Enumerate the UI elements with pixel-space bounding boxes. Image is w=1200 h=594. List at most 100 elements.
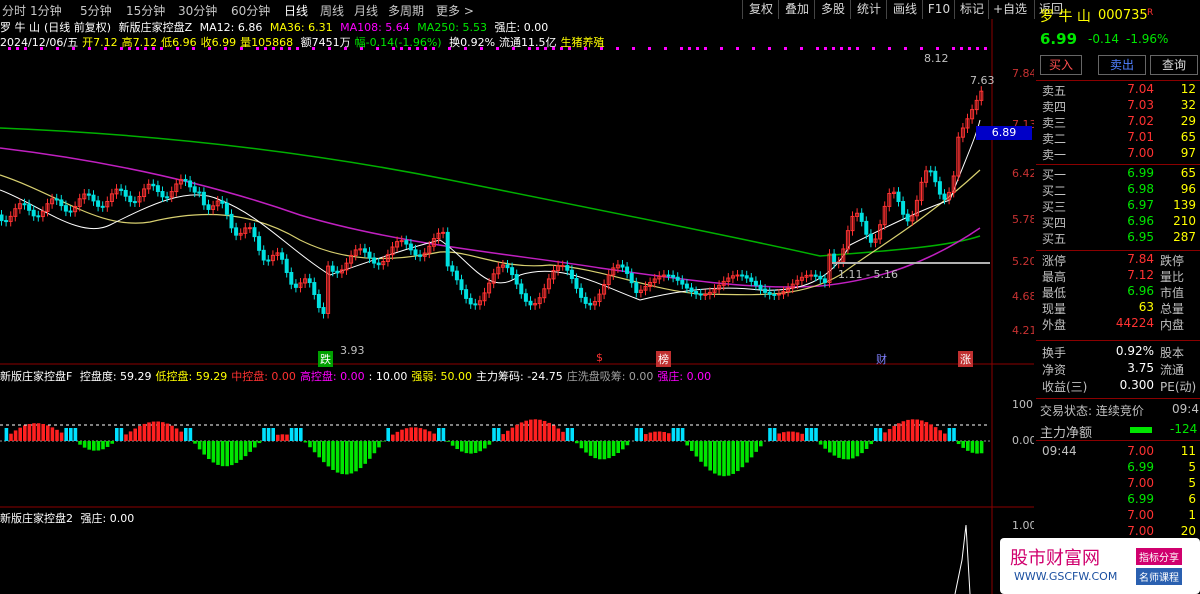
candle-body [151,183,156,187]
candle-body [901,201,906,215]
candle-body [234,227,239,236]
tick-row: 7.00 5 [1040,476,1196,492]
candle-body [4,220,9,223]
candle-body [666,274,671,277]
panel2-bar [312,441,317,453]
signal-dot [720,47,723,50]
buy-button[interactable]: 买入 [1040,55,1082,75]
panel2-bar [901,421,906,441]
panel2-bar [795,432,800,441]
candle-body [528,300,533,306]
ma250-line [0,127,981,257]
panel2-item: 强弱: 50.00 [411,370,473,383]
query-button[interactable]: 查询 [1150,55,1198,75]
signal-dot [752,47,755,50]
signal-dot [984,47,987,50]
stat-label2: 总量 [1160,302,1185,316]
price-tick: 5.20 [1012,255,1037,268]
row-price: 6.95 [1127,230,1154,244]
candle-body [321,307,326,314]
candle-body [316,294,321,309]
finance-marker[interactable]: 财 [876,351,887,367]
candle-body [418,254,423,257]
panel2-bar [676,428,680,441]
candle-body [735,274,740,277]
panel2-bar [703,441,708,467]
panel2-bar [501,434,505,441]
panel2-bar [151,421,156,441]
signal-dot [784,47,787,50]
panel2-bar [920,420,924,441]
tick-price: 7.00 [1127,476,1154,490]
candle-body [510,267,515,276]
candle-body [772,293,777,296]
candle-body [100,205,105,208]
panel2-bar [179,431,183,441]
panel2-bar [883,432,887,441]
panel2-bar [73,428,78,441]
candle-body [905,213,910,222]
row-price: 6.99 [1127,166,1154,180]
candle-body [505,264,510,269]
panel2-bar [280,434,285,441]
signal-dot [136,47,139,50]
signal-dot [848,47,851,50]
panel2-bar [409,427,413,441]
panel2-bar [368,441,372,459]
candle-body [822,278,827,283]
signal-dot [144,47,147,50]
panel2-bar [441,428,446,441]
high-annotation: 8.12 [924,52,949,65]
panel3-tick: 1.00 [1012,519,1037,532]
tick-row: 7.00 1 [1040,508,1196,524]
drop-marker[interactable]: 跌 [318,351,333,367]
panel2-bar [142,423,147,441]
row-label: 买四 [1042,216,1067,230]
panel2-title[interactable]: 新版庄家控盘F [0,370,72,383]
kline-chart[interactable] [0,0,1034,594]
row-volume: 97 [1180,146,1196,160]
panel2-bar [335,441,340,473]
candle-body [123,189,128,197]
tick-price: 7.00 [1127,508,1154,522]
row-volume: 96 [1180,182,1196,196]
limitup-marker[interactable]: 涨 [958,351,973,367]
panel2-bar [570,428,574,441]
rank-marker[interactable]: 榜 [656,351,671,367]
candle-body [588,302,593,306]
panel2-item: 控盘度: 59.29 [79,370,152,383]
panel2-bar [772,428,777,441]
watermark-tag2[interactable]: 名师课程 [1136,568,1182,585]
watermark-title: 股市财富网 [1010,548,1100,569]
panel3-title[interactable]: 新版庄家控盘2 [0,512,73,525]
panel2-bar [197,441,202,450]
signal-dot [208,47,211,50]
candle-body [583,296,588,304]
panel2-bar [690,441,694,451]
ask-row: 卖二 7.01 65 [1040,130,1196,146]
panel2-bar [32,423,36,441]
stat-value: 44224 [1115,316,1154,330]
sell-button[interactable]: 卖出 [1098,55,1146,75]
dollar-marker[interactable]: $ [596,351,603,364]
panel2-bar [460,441,464,452]
candle-body [634,282,639,294]
watermark-tag1[interactable]: 指标分享 [1136,548,1182,565]
panel2-bar [276,434,280,441]
signal-dot [872,47,875,50]
signal-dot [920,47,923,50]
panel2-bar [455,441,459,450]
signal-dot [632,47,635,50]
stat-label: 最低 [1042,286,1067,300]
signal-dot [128,47,131,50]
signal-dot [704,47,707,50]
panel2-bar [358,441,363,469]
row-label: 买三 [1042,200,1067,214]
panel2-bars [4,419,984,477]
candle-body [224,202,229,215]
candle-body [684,283,689,289]
panel2-bar [846,441,850,460]
panel2-bar [18,427,22,441]
candle-body [740,274,745,277]
stat-label2: 跌停 [1160,254,1185,268]
